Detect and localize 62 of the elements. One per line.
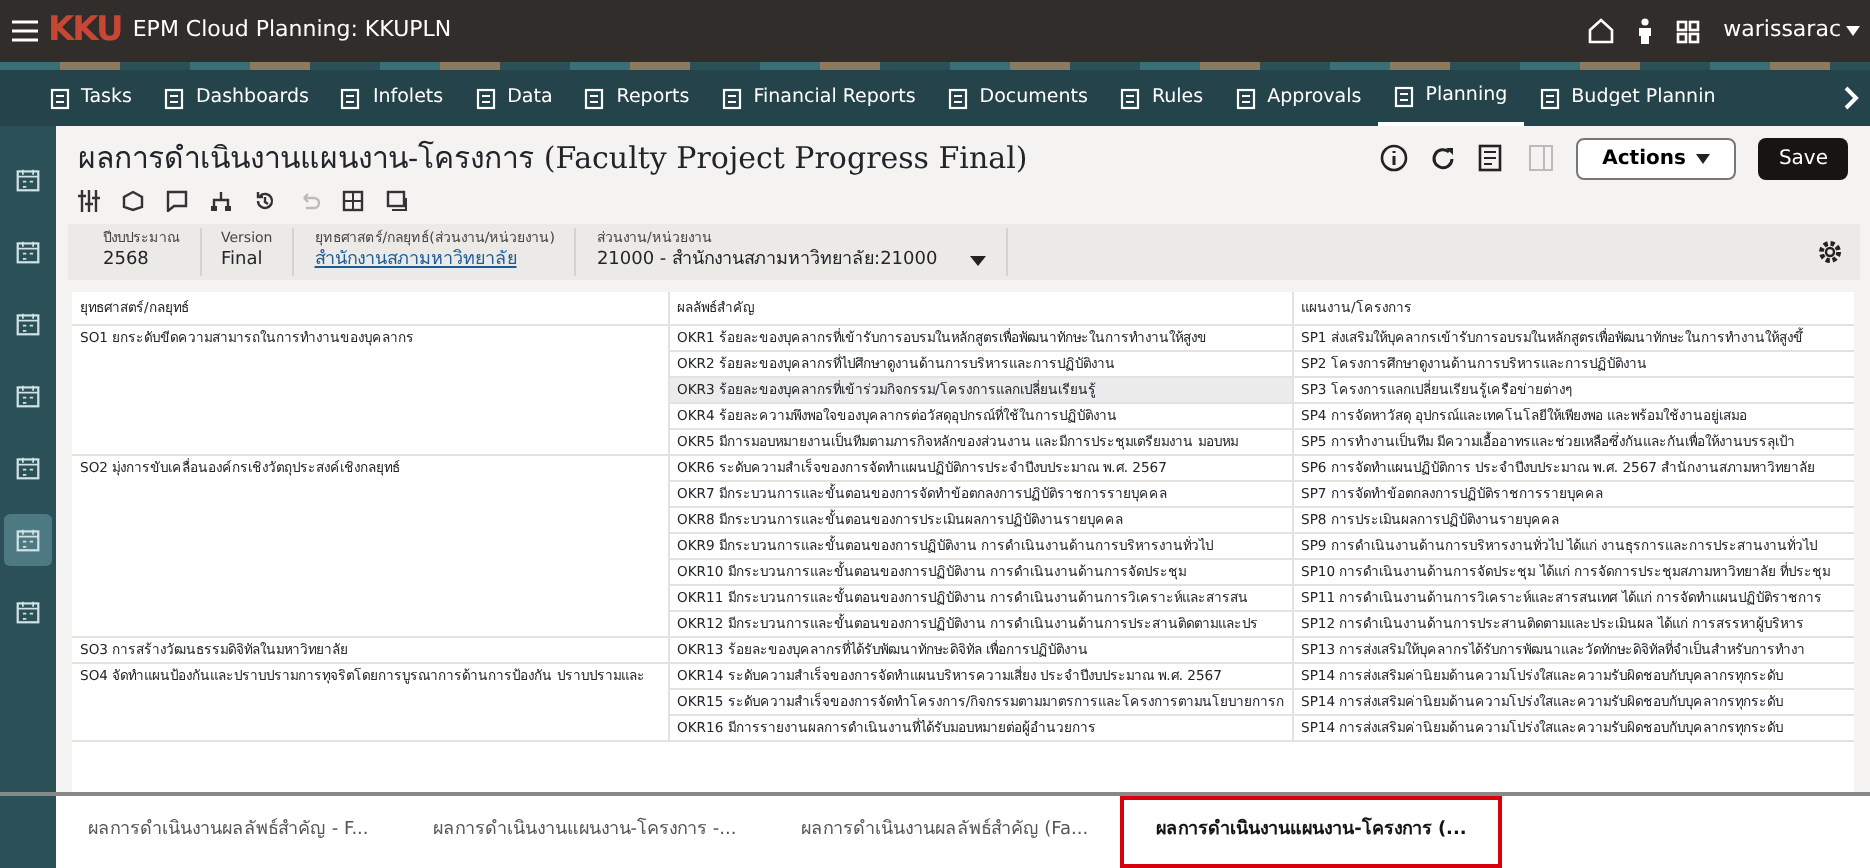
calendar-icon [16,310,40,338]
app-title: EPM Cloud Planning: KKUPLN [132,14,452,47]
actions-button[interactable]: Actions [1576,137,1737,179]
chevron-right-icon[interactable] [1843,86,1859,110]
home-icon[interactable] [1587,18,1614,44]
nav-tab[interactable]: Tasks [33,70,148,126]
document-icon [49,87,69,109]
menu-icon[interactable] [11,20,37,42]
document-icon [1393,85,1414,107]
nav-tab[interactable]: Reports [568,70,706,126]
settings-icon[interactable] [1815,237,1843,265]
document-icon [1119,87,1140,109]
spreadsheet-icon[interactable] [1478,144,1507,172]
cube-icon[interactable] [122,190,144,212]
caret-icon[interactable] [1845,26,1859,36]
calendar-icon [16,166,40,194]
pov-value: Final [221,248,265,274]
sheet-tab[interactable]: ผลการดำเนินงานผลลัพธ์สำคัญ - F... [56,796,401,868]
nav-tab[interactable]: Rules [1103,70,1220,126]
comment-icon[interactable] [166,190,188,212]
university-logo: KKU [48,7,122,54]
sheet-tab[interactable]: ผลการดำเนินงานแผนงาน-โครงการ -... [400,796,769,868]
save-button[interactable]: Save [1758,137,1848,179]
sheet-tab[interactable]: ผลการดำเนินงานแผนงาน-โครงการ (... [1120,796,1503,868]
sliders-icon[interactable] [78,190,100,212]
hierarchy-icon[interactable] [210,190,232,212]
document-icon [163,87,184,109]
history-icon[interactable] [254,190,276,212]
document-icon [584,87,605,109]
caret-icon [970,256,987,267]
document-icon [1539,87,1560,109]
calendar-icon [16,382,40,410]
user-menu[interactable]: warissarac [1721,12,1843,50]
pov-value: 2568 [103,248,151,274]
person-icon[interactable] [1635,18,1654,44]
nav-tab[interactable]: Budget Plannin [1523,70,1732,126]
pov-dropdown[interactable]: 21000 - สำนักงานสภามหาวิทยาลัย:21000 [596,248,987,275]
caret-icon [1696,153,1711,163]
nav-tab[interactable]: Documents [931,70,1104,126]
sheet-tab[interactable]: ผลการดำเนินงานผลลัพธ์สำคัญ (Fa... [768,796,1121,868]
calendar-icon [16,598,40,626]
document-icon [340,87,361,109]
nav-tab[interactable]: Dashboards [147,70,325,126]
page-title: ผลการดำเนินงานแผนงาน-โครงการ (Faculty Project Progress Final) [78,140,1028,176]
window-icon[interactable] [386,190,408,212]
pov-link[interactable]: สำนักงานสภามหาวิทยาลัย [314,248,555,275]
table-icon[interactable] [342,190,364,212]
document-icon [947,87,968,109]
grid-icon[interactable] [1675,19,1700,43]
document-icon [1235,87,1256,109]
calendar-icon [16,526,40,554]
document-icon [721,87,742,109]
document-icon [475,87,496,109]
nav-tab[interactable]: Data [459,70,569,126]
calendar-icon [16,238,40,266]
info-icon[interactable] [1380,144,1409,172]
sidebar-strip [0,796,56,868]
nav-tab[interactable]: Infolets [324,70,460,126]
calendar-icon [16,454,40,482]
nav-tab[interactable]: Financial Reports [705,70,932,126]
nav-tab[interactable]: Approvals [1219,70,1378,126]
refresh-icon[interactable] [1430,145,1457,171]
